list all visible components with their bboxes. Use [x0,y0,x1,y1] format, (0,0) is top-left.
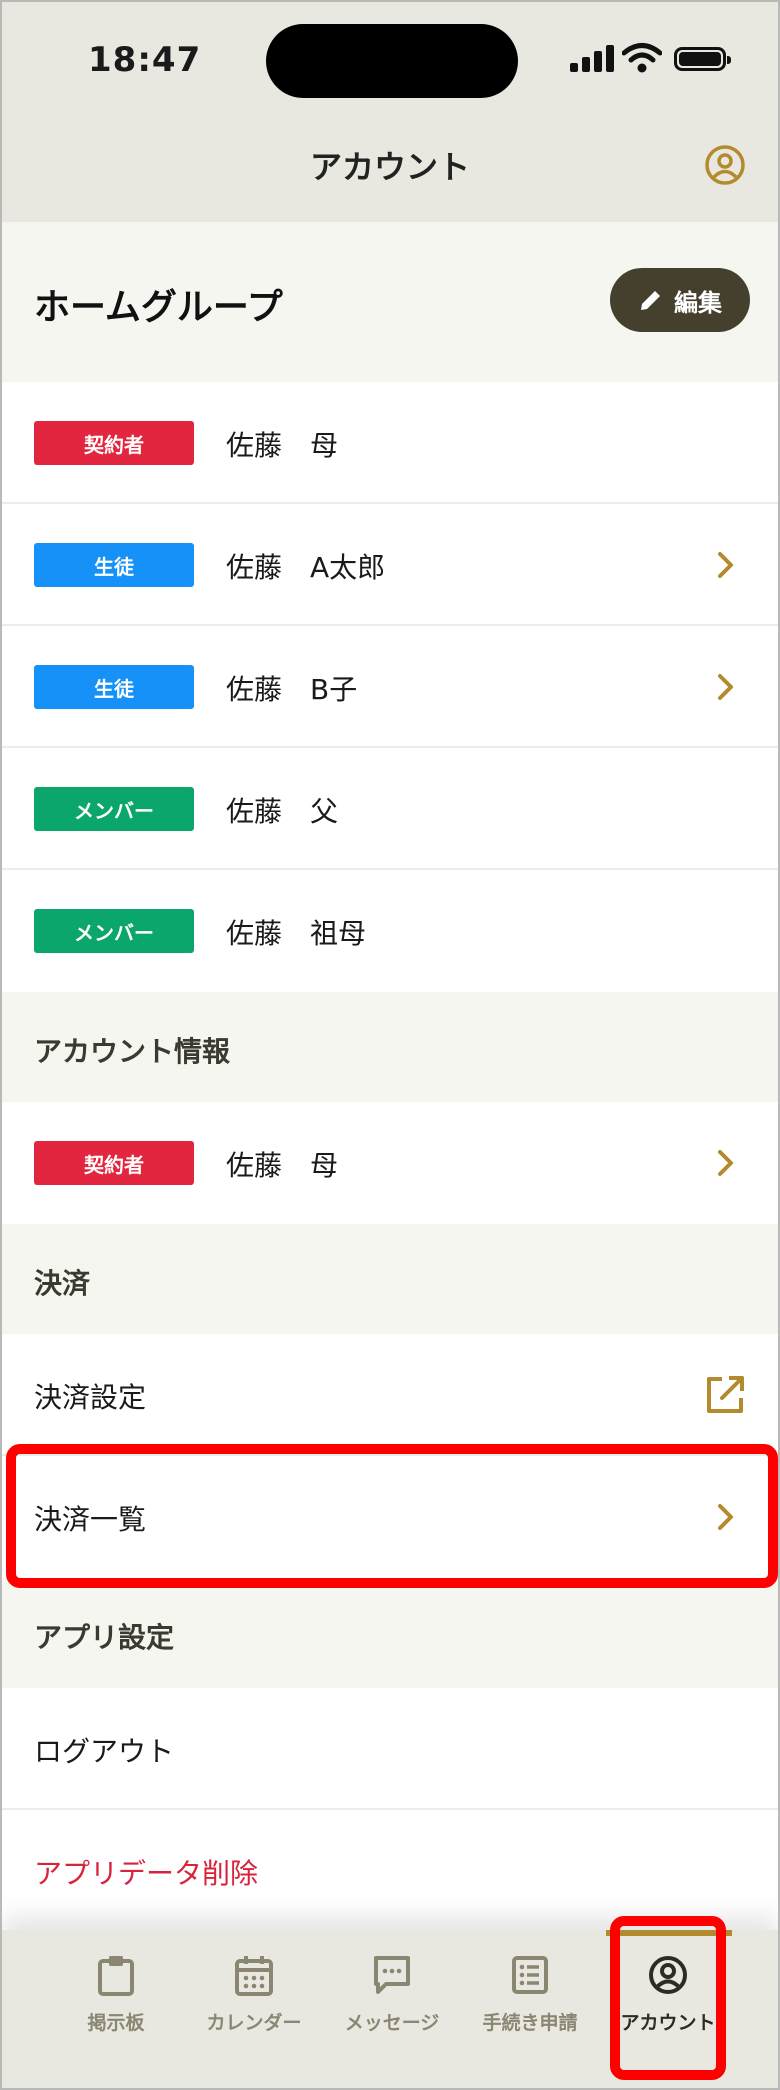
tab-account[interactable]: アカウント [598,1930,738,2088]
role-badge: 生徒 [34,665,194,709]
delete-data-label: アプリデータ削除 [34,1857,259,1890]
dynamic-island [266,24,518,98]
payment-settings-row[interactable]: 決済設定 [2,1334,778,1456]
tab-procedures[interactable]: 手続き申請 [460,1930,600,2088]
member-name: 佐藤 母 [226,429,339,462]
user-circle-icon [649,1956,687,1994]
chevron-right-icon [718,1504,733,1530]
member-name: 佐藤 父 [226,795,339,828]
signal-icon [570,45,614,72]
logout-row[interactable]: ログアウト [2,1688,778,1810]
role-badge: 契約者 [34,421,194,465]
chevron-right-icon [718,1150,733,1176]
payment-header: 決済 [2,1224,778,1334]
role-badge: 生徒 [34,543,194,587]
app-settings-title: アプリ設定 [34,1621,175,1654]
account-info-header: アカウント情報 [2,992,778,1102]
member-row[interactable]: 生徒 佐藤 A太郎 [2,504,778,626]
edit-label: 編集 [674,288,722,317]
external-link-icon [707,1376,744,1413]
payment-list-label: 決済一覧 [34,1503,147,1536]
pencil-icon [641,291,660,310]
member-name: 佐藤 B子 [226,673,358,706]
tab-label: メッセージ [344,2012,440,2034]
tab-label: アカウント [620,2012,716,2034]
member-row: メンバー 佐藤 父 [2,748,778,870]
tab-messages[interactable]: メッセージ [322,1930,462,2088]
member-name: 佐藤 A太郎 [226,551,386,584]
tab-bar: 掲示板 カレンダー メッセージ 手続き申請 アカウント [2,1930,778,2088]
status-time: 18:47 [88,40,202,80]
payment-list-row[interactable]: 決済一覧 [2,1456,778,1578]
member-row[interactable]: 生徒 佐藤 B子 [2,626,778,748]
role-badge: 契約者 [34,1141,194,1185]
edit-button[interactable]: 編集 [610,268,750,332]
home-group-header: ホームグループ 編集 [2,222,778,382]
account-info-row[interactable]: 契約者 佐藤 母 [2,1102,778,1224]
wifi-icon [622,43,662,73]
member-row: 契約者 佐藤 母 [2,382,778,504]
member-name: 佐藤 祖母 [226,917,367,950]
battery-icon [674,47,731,71]
tab-label: カレンダー [206,2012,302,2034]
calendar-icon [235,1956,273,1996]
user-circle-icon[interactable] [704,144,746,186]
role-badge: メンバー [34,909,194,953]
message-icon [374,1956,410,1994]
tab-bulletin[interactable]: 掲示板 [46,1930,186,2088]
logout-label: ログアウト [34,1735,175,1768]
list-icon [512,1956,548,1994]
chevron-right-icon [718,674,733,700]
payment-title: 決済 [34,1267,91,1300]
top-bar: 18:47 アカウント [2,2,778,222]
page-title: アカウント [309,148,470,186]
account-info-title: アカウント情報 [34,1035,231,1068]
clipboard-icon [98,1956,134,1996]
home-group-title: ホームグループ [34,287,283,328]
app-settings-header: アプリ設定 [2,1578,778,1688]
chevron-right-icon [718,552,733,578]
tab-label: 手続き申請 [482,2012,578,2034]
phone-screen: 18:47 アカウント ホームグループ 編集 契約者 佐藤 母 生徒 佐藤 A太… [0,0,780,2090]
delete-data-row[interactable]: アプリデータ削除 [2,1810,778,1932]
member-row: メンバー 佐藤 祖母 [2,870,778,992]
member-name: 佐藤 母 [226,1149,339,1182]
role-badge: メンバー [34,787,194,831]
tab-label: 掲示板 [87,2012,145,2034]
tab-calendar[interactable]: カレンダー [184,1930,324,2088]
payment-settings-label: 決済設定 [34,1381,147,1414]
